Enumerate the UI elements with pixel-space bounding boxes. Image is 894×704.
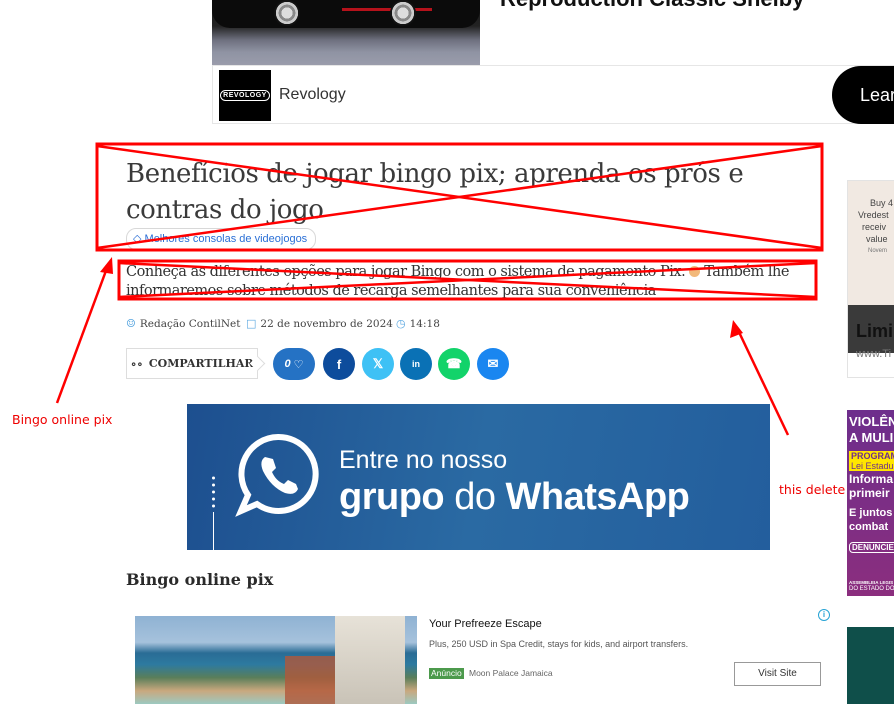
- calendar-icon: □: [246, 317, 257, 330]
- ad-badge: Anúncio: [429, 668, 464, 679]
- ad-source: Moon Palace Jamaica: [469, 668, 553, 678]
- ad2-line: DENUNCIE!: [849, 542, 894, 553]
- ad2-line: ASSEMBLEIA LEGIS: [849, 580, 894, 585]
- bottom-ad-image[interactable]: [135, 616, 417, 704]
- author-meta[interactable]: ☺ Redação ContilNet: [126, 316, 240, 332]
- ad1-line: Vredest: [858, 210, 889, 220]
- ad1-line: receiv: [862, 222, 887, 232]
- ad1-line: Buy 4: [870, 198, 894, 208]
- clock-icon: ◷: [396, 317, 406, 330]
- x-share-button[interactable]: 𝕏: [362, 348, 394, 380]
- user-icon: ☺: [126, 317, 136, 330]
- email-share-button[interactable]: ✉: [477, 348, 509, 380]
- ad2-line: A MULI: [849, 430, 894, 445]
- banner-line-1: Entre no nosso: [339, 446, 508, 474]
- date-meta: □ 22 de novembro de 2024: [246, 316, 393, 332]
- car-body: [212, 0, 480, 28]
- heart-icon: ♡: [293, 358, 304, 371]
- banner-bold-1: grupo: [339, 476, 445, 518]
- bottom-ad-description: Plus, 250 USD in Spa Credit, stays for k…: [429, 639, 689, 649]
- category-tag[interactable]: ◇ Melhores consolas de videojogos: [126, 228, 317, 250]
- tag-label: Melhores consolas de videojogos: [144, 233, 308, 245]
- linkedin-icon: in: [412, 359, 420, 369]
- coin-emoji-icon: [689, 266, 701, 277]
- learn-more-button[interactable]: Learn: [832, 66, 894, 124]
- ad-info-icon[interactable]: i: [818, 609, 830, 621]
- right-annotation-note: this delete: [779, 482, 846, 497]
- author-name: Redação ContilNet: [139, 318, 241, 330]
- brand-logo[interactable]: REVOLOGY: [219, 70, 271, 121]
- publish-time: 14:18: [409, 318, 440, 330]
- ad2-line: VIOLÊN: [849, 414, 894, 429]
- share-label: COMPARTILHAR: [148, 357, 254, 370]
- sidebar-ad-3[interactable]: [847, 627, 894, 704]
- publish-date: 22 de novembro de 2024: [260, 318, 393, 330]
- decorative-dots: [212, 476, 215, 550]
- ad1-headline: Limi: [856, 321, 894, 341]
- brand-logo-text: REVOLOGY: [220, 90, 270, 101]
- tag-icon: ◇: [133, 233, 142, 245]
- bottom-ad-title[interactable]: Your Prefreeze Escape: [429, 618, 542, 630]
- facebook-share-button[interactable]: f: [323, 348, 355, 380]
- banner-regular: do: [444, 476, 506, 518]
- hotel-building: [335, 616, 405, 704]
- time-meta: ◷ 14:18: [396, 316, 440, 332]
- top-ad-image[interactable]: [212, 0, 480, 65]
- ad1-text: Buy 4 Vredest receiv value: [848, 197, 894, 245]
- banner-line-2: grupo do WhatsApp: [339, 476, 690, 519]
- whatsapp-icon: ☎: [445, 356, 463, 371]
- brand-name[interactable]: Revology: [279, 86, 346, 104]
- visit-site-button[interactable]: Visit Site: [734, 662, 821, 686]
- section-heading: Bingo online pix: [126, 570, 274, 589]
- ad2-line: Lei Estadu: [849, 461, 894, 471]
- email-icon: ✉: [487, 356, 499, 371]
- whatsapp-share-button[interactable]: ☎: [438, 348, 470, 380]
- ad2-line: DO ESTADO DO: [849, 586, 894, 592]
- lead-text-1: Conheça as diferentes opções para jogar …: [126, 264, 686, 280]
- ad2-line: E juntos: [849, 507, 893, 519]
- left-arrow-head: [100, 257, 113, 274]
- car-wheel: [390, 0, 416, 26]
- banner-bold-2: WhatsApp: [505, 476, 690, 518]
- sidebar-ad-2[interactable]: VIOLÊN A MULI PROGRAM Lei Estadu Informa…: [847, 410, 894, 596]
- whatsapp-logo-icon: [235, 433, 319, 517]
- share-button[interactable]: ∘∘ COMPARTILHAR: [126, 348, 258, 379]
- ad2-line: primeir: [849, 486, 890, 500]
- whatsapp-group-banner[interactable]: Entre no nosso grupo do WhatsApp: [187, 404, 770, 550]
- share-icon: ∘∘: [130, 356, 143, 371]
- car-wheel: [274, 0, 300, 26]
- article-title: Benefícios de jogar bingo pix; aprenda o…: [126, 159, 744, 225]
- article-lead: Conheça as diferentes opções para jogar …: [126, 263, 816, 301]
- x-icon: 𝕏: [372, 356, 384, 371]
- like-button[interactable]: 0 ♡: [273, 348, 315, 380]
- ad2-line: combat: [849, 521, 889, 533]
- right-arrow-head: [730, 320, 743, 338]
- ad2-line: Informa: [849, 472, 894, 486]
- ad2-line: PROGRAM: [849, 451, 894, 461]
- ad1-line: value: [866, 234, 888, 244]
- facebook-icon: f: [336, 356, 342, 372]
- sidebar-ad-1[interactable]: Buy 4 Vredest receiv value Novem Limi ww…: [847, 180, 894, 378]
- ad1-url: www.Ti: [856, 348, 892, 360]
- car-stripe: [342, 8, 432, 11]
- ad1-small: Novem: [868, 248, 888, 254]
- like-count: 0: [284, 358, 291, 370]
- left-annotation-note: Bingo online pix: [12, 412, 113, 427]
- linkedin-share-button[interactable]: in: [400, 348, 432, 380]
- top-ad-headline[interactable]: Reproduction Classic Shelby: [500, 0, 804, 12]
- left-arrow-line: [55, 267, 109, 404]
